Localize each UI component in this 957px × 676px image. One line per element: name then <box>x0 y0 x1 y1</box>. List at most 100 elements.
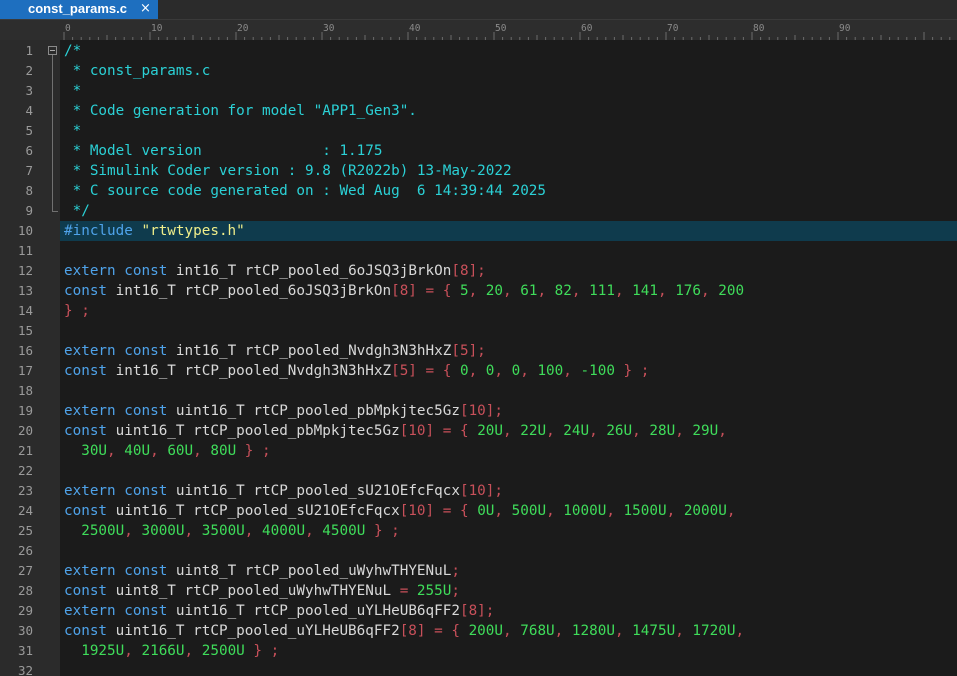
code-token: [10] = { <box>399 423 469 439</box>
code-token: 20 <box>485 283 504 299</box>
code-line[interactable]: /* <box>64 41 81 61</box>
code-line[interactable]: const uint16_T rtCP_pooled_pbMpkjtec5Gz[… <box>64 421 727 441</box>
code-token: 20U <box>477 423 504 439</box>
code-line[interactable]: extern const uint16_T rtCP_pooled_uYLHeU… <box>64 601 494 621</box>
code-line[interactable]: * Model version : 1.175 <box>64 141 383 161</box>
code-token: } ; <box>253 643 280 659</box>
code-line[interactable]: const uint8_T rtCP_pooled_uWyhwTHYENuL =… <box>64 581 460 601</box>
code-line[interactable]: extern const uint16_T rtCP_pooled_sU21OE… <box>64 481 503 501</box>
code-token: [8] = { <box>399 623 460 639</box>
code-token: */ <box>64 203 90 219</box>
code-token: } ; <box>623 363 650 379</box>
code-token: * const_params.c <box>64 63 211 79</box>
code-token: * Simulink Coder version : 9.8 (R2022b) … <box>64 163 512 179</box>
code-token: uint16_T rtCP_pooled_uYLHeUB6qFF2 <box>167 603 460 619</box>
code-token: , <box>666 503 676 519</box>
code-token: 61 <box>520 283 538 299</box>
code-token: , <box>107 443 116 459</box>
code-token: * <box>64 123 82 139</box>
code-editor[interactable]: /* * const_params.c * * Code generation … <box>60 40 957 676</box>
close-icon[interactable]: × <box>140 1 151 17</box>
line-number: 27 <box>17 563 33 578</box>
code-token: [8] = { <box>391 283 452 299</box>
code-token: [8]; <box>451 263 486 279</box>
code-token: } ; <box>244 443 271 459</box>
line-number: 13 <box>17 283 33 298</box>
code-token: 2000U <box>683 503 727 519</box>
code-token: , <box>571 283 581 299</box>
line-number: 10 <box>17 223 33 238</box>
line-number: 19 <box>17 403 33 418</box>
code-line[interactable]: } ; <box>64 301 90 321</box>
fold-collapse-icon[interactable] <box>48 46 57 55</box>
code-token: 3000U <box>141 523 185 539</box>
code-line[interactable]: #include "rtwtypes.h" <box>64 221 245 241</box>
code-token: [5]; <box>451 343 486 359</box>
code-token: , <box>675 423 684 439</box>
line-number: 7 <box>25 163 33 178</box>
code-token: const <box>64 503 108 519</box>
code-line[interactable]: const uint16_T rtCP_pooled_sU21OEfcFqcx[… <box>64 501 735 521</box>
tab-title[interactable]: const_params.c <box>28 1 127 17</box>
code-token: , <box>657 283 667 299</box>
line-number: 16 <box>17 343 33 358</box>
code-line[interactable]: * C source code generated on : Wed Aug 6… <box>64 181 546 201</box>
code-line[interactable]: extern const int16_T rtCP_pooled_6oJSQ3j… <box>64 261 486 281</box>
code-token: } ; <box>373 523 400 539</box>
line-number: 25 <box>17 523 33 538</box>
code-token: uint8_T rtCP_pooled_uWyhwTHYENuL <box>107 583 392 599</box>
line-number: 4 <box>25 103 33 118</box>
code-token: , <box>494 363 504 379</box>
line-number: 31 <box>17 643 33 658</box>
code-token: 141 <box>632 283 658 299</box>
code-line[interactable]: * const_params.c <box>64 61 211 81</box>
code-token: int16_T rtCP_pooled_Nvdgh3N3hHxZ <box>107 363 392 379</box>
code-line[interactable]: 2500U, 3000U, 3500U, 4000U, 4500U } ; <box>64 521 400 541</box>
code-line[interactable]: 1925U, 2166U, 2500U } ; <box>64 641 279 661</box>
code-line[interactable]: const int16_T rtCP_pooled_Nvdgh3N3hHxZ[5… <box>64 361 649 381</box>
code-token: , <box>589 423 598 439</box>
code-line[interactable]: extern const uint16_T rtCP_pooled_pbMpkj… <box>64 401 503 421</box>
code-line[interactable]: * <box>64 81 82 101</box>
code-token: extern <box>64 563 116 579</box>
code-line[interactable]: * <box>64 121 82 141</box>
tab-const-params[interactable]: const_params.c × <box>0 0 158 19</box>
code-token: , <box>468 283 478 299</box>
line-number: 22 <box>17 463 33 478</box>
code-line[interactable]: */ <box>64 201 90 221</box>
code-token: 26U <box>606 423 633 439</box>
code-line[interactable]: const int16_T rtCP_pooled_6oJSQ3jBrkOn[8… <box>64 281 744 301</box>
code-token: [5] = { <box>391 363 452 379</box>
code-token: 0U <box>477 503 495 519</box>
ruler-label: 30 <box>323 23 335 34</box>
code-line[interactable]: 30U, 40U, 60U, 80U } ; <box>64 441 271 461</box>
code-line[interactable]: extern const int16_T rtCP_pooled_Nvdgh3N… <box>64 341 486 361</box>
code-line[interactable]: * Simulink Coder version : 9.8 (R2022b) … <box>64 161 512 181</box>
code-token: * C source code generated on : Wed Aug 6… <box>64 183 547 199</box>
code-line[interactable]: const uint16_T rtCP_pooled_uYLHeUB6qFF2[… <box>64 621 744 641</box>
code-line[interactable]: extern const uint8_T rtCP_pooled_uWyhwTH… <box>64 561 460 581</box>
code-token: 3500U <box>201 523 245 539</box>
code-token: extern <box>64 483 116 499</box>
code-token: const <box>64 283 108 299</box>
code-line[interactable]: * Code generation for model "APP1_Gen3". <box>64 101 417 121</box>
code-token: [8]; <box>459 603 495 619</box>
ruler-label: 50 <box>495 23 507 34</box>
code-token: , <box>503 623 512 639</box>
code-token: 1925U <box>81 643 125 659</box>
code-token: 111 <box>589 283 615 299</box>
ruler-label: 60 <box>581 23 593 34</box>
code-token: 1000U <box>563 503 607 519</box>
code-token: 255U <box>416 583 452 599</box>
ruler-label: 10 <box>151 23 163 34</box>
code-token: , <box>503 423 512 439</box>
